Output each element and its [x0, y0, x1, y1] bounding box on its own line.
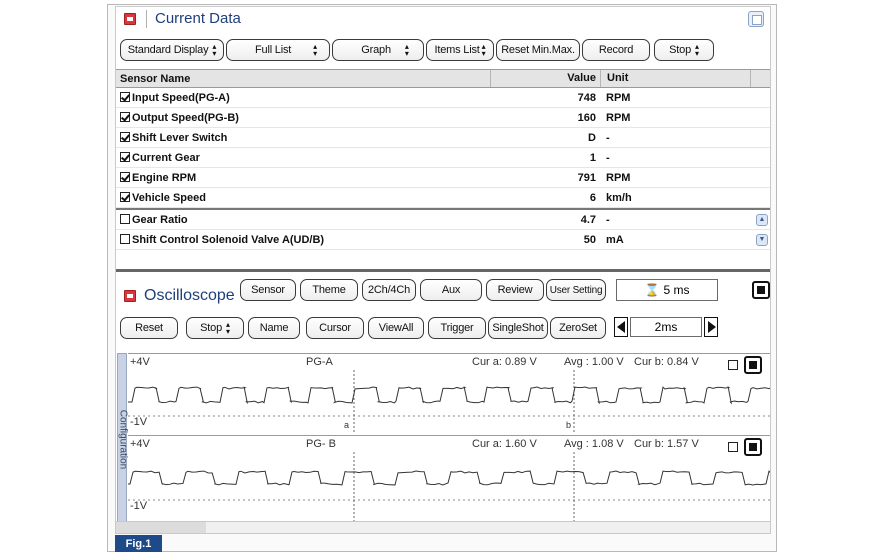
spinner-icon: ▴ ▾ [404, 42, 409, 58]
stop-icon[interactable] [752, 281, 770, 299]
spinner-icon: ▴ ▾ [212, 42, 217, 58]
name-button[interactable]: Name [248, 317, 300, 339]
checkbox[interactable] [120, 111, 130, 122]
figure-label: Fig.1 [115, 535, 162, 552]
singleshot-button[interactable]: SingleShot [488, 317, 548, 339]
waveform-plot[interactable] [128, 436, 770, 522]
checkbox[interactable] [120, 131, 130, 142]
panel-icon [124, 290, 136, 302]
header-sensor-name: Sensor Name [120, 72, 191, 85]
user-setting-button[interactable]: User Setting [546, 279, 606, 301]
checkbox[interactable] [120, 191, 130, 202]
record-button[interactable]: Record [582, 39, 650, 61]
sensor-table: Sensor Name Value Unit Input Speed(PG-A)… [116, 69, 770, 250]
current-data-header: Current Data [116, 7, 770, 31]
oscilloscope-toolbar-1: Sensor Theme 2Ch/4Ch Aux Review User Set… [240, 279, 770, 303]
panel-icon [124, 13, 136, 25]
reset-minmax-button[interactable]: Reset Min.Max. [496, 39, 580, 61]
clock-icon: ⌛ [644, 283, 660, 297]
viewall-button[interactable]: ViewAll [368, 317, 424, 339]
header-unit: Unit [600, 70, 750, 87]
checkbox[interactable] [120, 213, 130, 224]
table-row[interactable]: Shift Control Solenoid Valve A(UD/B) 50 … [116, 230, 770, 250]
aux-button[interactable]: Aux [420, 279, 482, 301]
configuration-tab[interactable]: Configuration [117, 353, 129, 523]
sensor-button[interactable]: Sensor [240, 279, 296, 301]
stop-select[interactable]: Stop ▴ ▾ [654, 39, 714, 61]
osc-stop-select[interactable]: Stop ▴ ▾ [186, 317, 244, 339]
table-row[interactable]: Vehicle Speed 6 km/h [116, 188, 770, 208]
time-scale-display: 2ms [630, 317, 702, 337]
items-list-select[interactable]: Items List ▴ ▾ [426, 39, 494, 61]
panel-divider [116, 269, 770, 272]
theme-button[interactable]: Theme [300, 279, 358, 301]
scope-channel-1: +4V PG-A Cur a: 0.89 V Avg : 1.00 V Cur … [128, 353, 770, 432]
standard-display-select[interactable]: Standard Display ▴ ▾ [120, 39, 224, 61]
scrollbar-thumb[interactable] [116, 522, 206, 533]
checkbox[interactable] [120, 91, 130, 102]
table-row[interactable]: Input Speed(PG-A) 748 RPM [116, 88, 770, 108]
zeroset-button[interactable]: ZeroSet [550, 317, 606, 339]
scroll-up-icon[interactable]: ▲ [756, 214, 768, 226]
table-row[interactable]: Engine RPM 791 RPM [116, 168, 770, 188]
table-row[interactable]: Shift Lever Switch D - [116, 128, 770, 148]
time-display[interactable]: ⌛ 5 ms [616, 279, 718, 301]
trigger-button[interactable]: Trigger [428, 317, 486, 339]
table-row[interactable]: Output Speed(PG-B) 160 RPM [116, 108, 770, 128]
spinner-icon: ▴ ▾ [695, 42, 699, 58]
table-row[interactable]: Current Gear 1 - [116, 148, 770, 168]
spinner-icon: ▴ ▾ [313, 42, 317, 58]
current-data-title: Current Data [146, 10, 241, 28]
waveform-plot[interactable] [128, 354, 770, 432]
table-header: Sensor Name Value Unit [116, 69, 770, 88]
checkbox[interactable] [120, 151, 130, 162]
oscilloscope-toolbar-2: Reset Stop ▴ ▾ Name Cursor ViewAll Trigger… [120, 317, 770, 341]
reset-button[interactable]: Reset [120, 317, 178, 339]
maximize-icon[interactable] [748, 11, 764, 27]
header-value: Value [490, 70, 600, 87]
oscilloscope-header: Oscilloscope [116, 283, 235, 309]
time-increase-icon[interactable] [704, 317, 718, 337]
checkbox[interactable] [120, 233, 130, 244]
channel-toggle-button[interactable]: 2Ch/4Ch [362, 279, 416, 301]
scroll-down-icon[interactable]: ▼ [756, 234, 768, 246]
cursor-button[interactable]: Cursor [306, 317, 364, 339]
horizontal-scrollbar[interactable] [116, 521, 770, 533]
scan-tool-window: Current Data Standard Display ▴ ▾ Full Lis… [115, 6, 771, 534]
full-list-select[interactable]: Full List ▴ ▾ [226, 39, 330, 61]
time-decrease-icon[interactable] [614, 317, 628, 337]
oscilloscope-title: Oscilloscope [144, 287, 235, 304]
current-data-toolbar: Standard Display ▴ ▾ Full List ▴ ▾ Graph ▴ ▾ I… [120, 39, 770, 63]
review-button[interactable]: Review [486, 279, 544, 301]
checkbox[interactable] [120, 171, 130, 182]
spinner-icon: ▴ ▾ [481, 42, 486, 58]
spinner-icon: ▴ ▾ [226, 320, 230, 336]
scope-channel-2: +4V PG- B Cur a: 1.60 V Avg : 1.08 V Cur… [128, 435, 770, 522]
table-row[interactable]: Gear Ratio 4.7 - ▲ [116, 210, 770, 230]
graph-select[interactable]: Graph ▴ ▾ [332, 39, 424, 61]
